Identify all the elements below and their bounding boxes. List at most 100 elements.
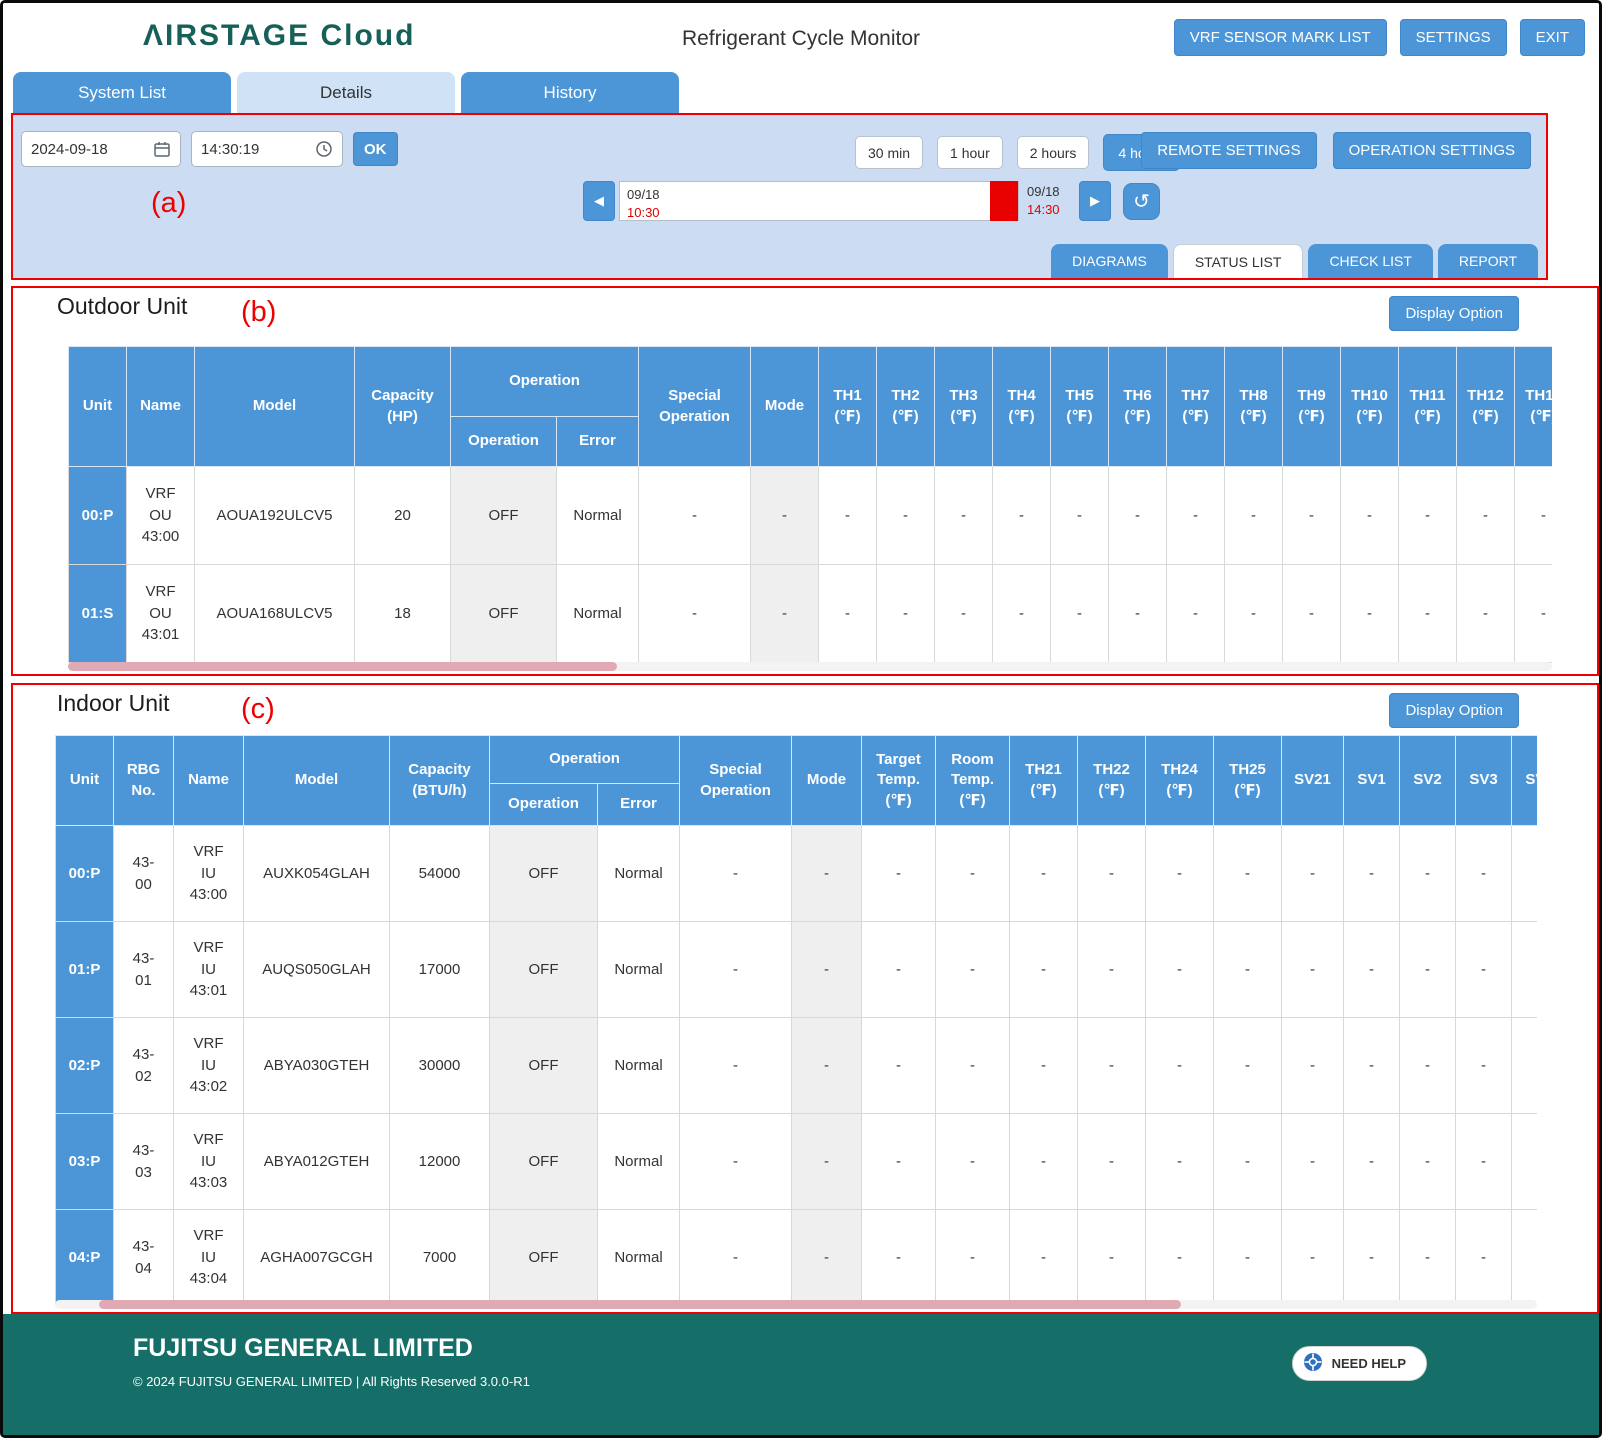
time-input[interactable]: 14:30:19 [191,131,343,167]
date-input[interactable]: 2024-09-18 [21,131,181,167]
operation-settings-button[interactable]: OPERATION SETTINGS [1333,132,1531,169]
timeline-forward-button[interactable]: ▶ [1079,181,1111,221]
arrow-left-icon: ◀ [594,193,604,209]
column-header-th11: TH11 (℉) [1399,347,1457,467]
cell-th6: - [1109,467,1167,565]
indoor-unit-section: Indoor Unit (c) Display Option UnitRBG N… [11,683,1599,1314]
cell-sv2: - [1400,1114,1456,1210]
cell-th25: - [1214,1018,1282,1114]
date-value: 2024-09-18 [31,141,108,158]
cell-error: Normal [557,467,639,565]
cell-room-temp: - [936,922,1010,1018]
cell-rbg-no: 43-03 [114,1114,174,1210]
cell-th22: - [1078,1114,1146,1210]
tab-status-list[interactable]: STATUS LIST [1173,244,1304,278]
ok-button[interactable]: OK [353,132,398,166]
indoor-table: UnitRBG No.NameModelCapacity (BTU/h)Oper… [55,735,1537,1305]
annotation-c: (c) [241,693,275,726]
column-header-th12: TH12 (℉) [1457,347,1515,467]
timeline-handle[interactable] [990,181,1018,221]
column-header-unit: Unit [69,347,127,467]
tab-diagrams[interactable]: DIAGRAMS [1051,244,1168,278]
table-row: 00:PVRF OU 43:00AOUA192ULCV520OFFNormal-… [69,467,1553,565]
cell-sv1: - [1344,1114,1400,1210]
cell-target-temp: - [862,1114,936,1210]
column-header-unit: Unit [56,736,114,826]
cell-th13: - [1515,565,1553,663]
column-header-th10: TH10 (℉) [1341,347,1399,467]
cell-error: Normal [598,1114,680,1210]
column-header-capacity-btu-h: Capacity (BTU/h) [390,736,490,826]
cell-mode: - [751,565,819,663]
timeline-track[interactable]: 09/18 10:30 [619,181,1019,221]
column-header-mode: Mode [792,736,862,826]
vrf-sensor-mark-list-button[interactable]: VRF SENSOR MARK LIST [1174,19,1387,56]
cell-mode: - [792,826,862,922]
cell-th25: - [1214,1114,1282,1210]
scrollbar-thumb[interactable] [68,662,617,671]
cell-error: Normal [598,1018,680,1114]
range-30min-button[interactable]: 30 min [855,136,923,169]
indoor-unit-table-wrap: UnitRBG No.NameModelCapacity (BTU/h)Oper… [55,735,1537,1305]
cell-th12: - [1457,565,1515,663]
outdoor-horizontal-scrollbar[interactable] [68,662,1552,671]
tab-report[interactable]: REPORT [1438,244,1538,278]
cell-model: AUQS050GLAH [244,922,390,1018]
settings-button[interactable]: SETTINGS [1400,19,1507,56]
column-header-model: Model [244,736,390,826]
cell-model: AGHA007GCGH [244,1210,390,1306]
exit-button[interactable]: EXIT [1520,19,1585,56]
remote-settings-button[interactable]: REMOTE SETTINGS [1141,132,1316,169]
cell-name: VRF OU 43:01 [127,565,195,663]
table-row: 02:P43-02VRF IU 43:02ABYA030GTEH30000OFF… [56,1018,1538,1114]
column-header-name: Name [127,347,195,467]
cell-model: ABYA030GTEH [244,1018,390,1114]
cell-error: Normal [557,565,639,663]
indoor-display-option-button[interactable]: Display Option [1389,693,1519,728]
column-header-th1: TH1 (℉) [819,347,877,467]
unit-cell: 03:P [56,1114,114,1210]
timeline-start-date: 09/18 [627,187,660,202]
cell-th3: - [935,565,993,663]
tab-history[interactable]: History [461,72,679,113]
cell-model: ABYA012GTEH [244,1114,390,1210]
cell-target-temp: - [862,1018,936,1114]
column-group-operation: Operation [451,347,639,417]
cell-target-temp: - [862,826,936,922]
cell-th4: - [993,565,1051,663]
cell-th1: - [819,565,877,663]
cell-sv3: - [1456,1114,1512,1210]
cell-capacity-btu-h: 54000 [390,826,490,922]
scrollbar-thumb[interactable] [99,1300,1181,1309]
settings-buttons: REMOTE SETTINGS OPERATION SETTINGS [1141,132,1531,169]
indoor-horizontal-scrollbar[interactable] [55,1300,1537,1309]
tab-details[interactable]: Details [237,72,455,113]
range-1hour-button[interactable]: 1 hour [937,136,1003,169]
cell-th24: - [1146,1114,1214,1210]
tab-check-list[interactable]: CHECK LIST [1308,244,1432,278]
need-help-label: NEED HELP [1332,1356,1406,1371]
clock-icon[interactable] [315,140,333,158]
cell-sv4: - [1512,1114,1538,1210]
cell-th25: - [1214,826,1282,922]
cell-name: VRF IU 43:04 [174,1210,244,1306]
cell-th21: - [1010,826,1078,922]
cell-th4: - [993,467,1051,565]
tab-system-list[interactable]: System List [13,72,231,113]
need-help-button[interactable]: NEED HELP [1292,1346,1427,1381]
column-header-th5: TH5 (℉) [1051,347,1109,467]
cell-target-temp: - [862,922,936,1018]
column-header-th25: TH25 (℉) [1214,736,1282,826]
cell-th3: - [935,467,993,565]
refresh-button[interactable]: ↺ [1123,183,1160,220]
cell-capacity-btu-h: 7000 [390,1210,490,1306]
timeline-back-button[interactable]: ◀ [583,181,615,221]
calendar-icon[interactable] [153,140,171,158]
cell-th8: - [1225,565,1283,663]
column-header-room-temp: Room Temp. (℉) [936,736,1010,826]
cell-sv2: - [1400,1210,1456,1306]
range-2hours-button[interactable]: 2 hours [1017,136,1090,169]
column-header-th7: TH7 (℉) [1167,347,1225,467]
cell-sv1: - [1344,1210,1400,1306]
outdoor-display-option-button[interactable]: Display Option [1389,296,1519,331]
